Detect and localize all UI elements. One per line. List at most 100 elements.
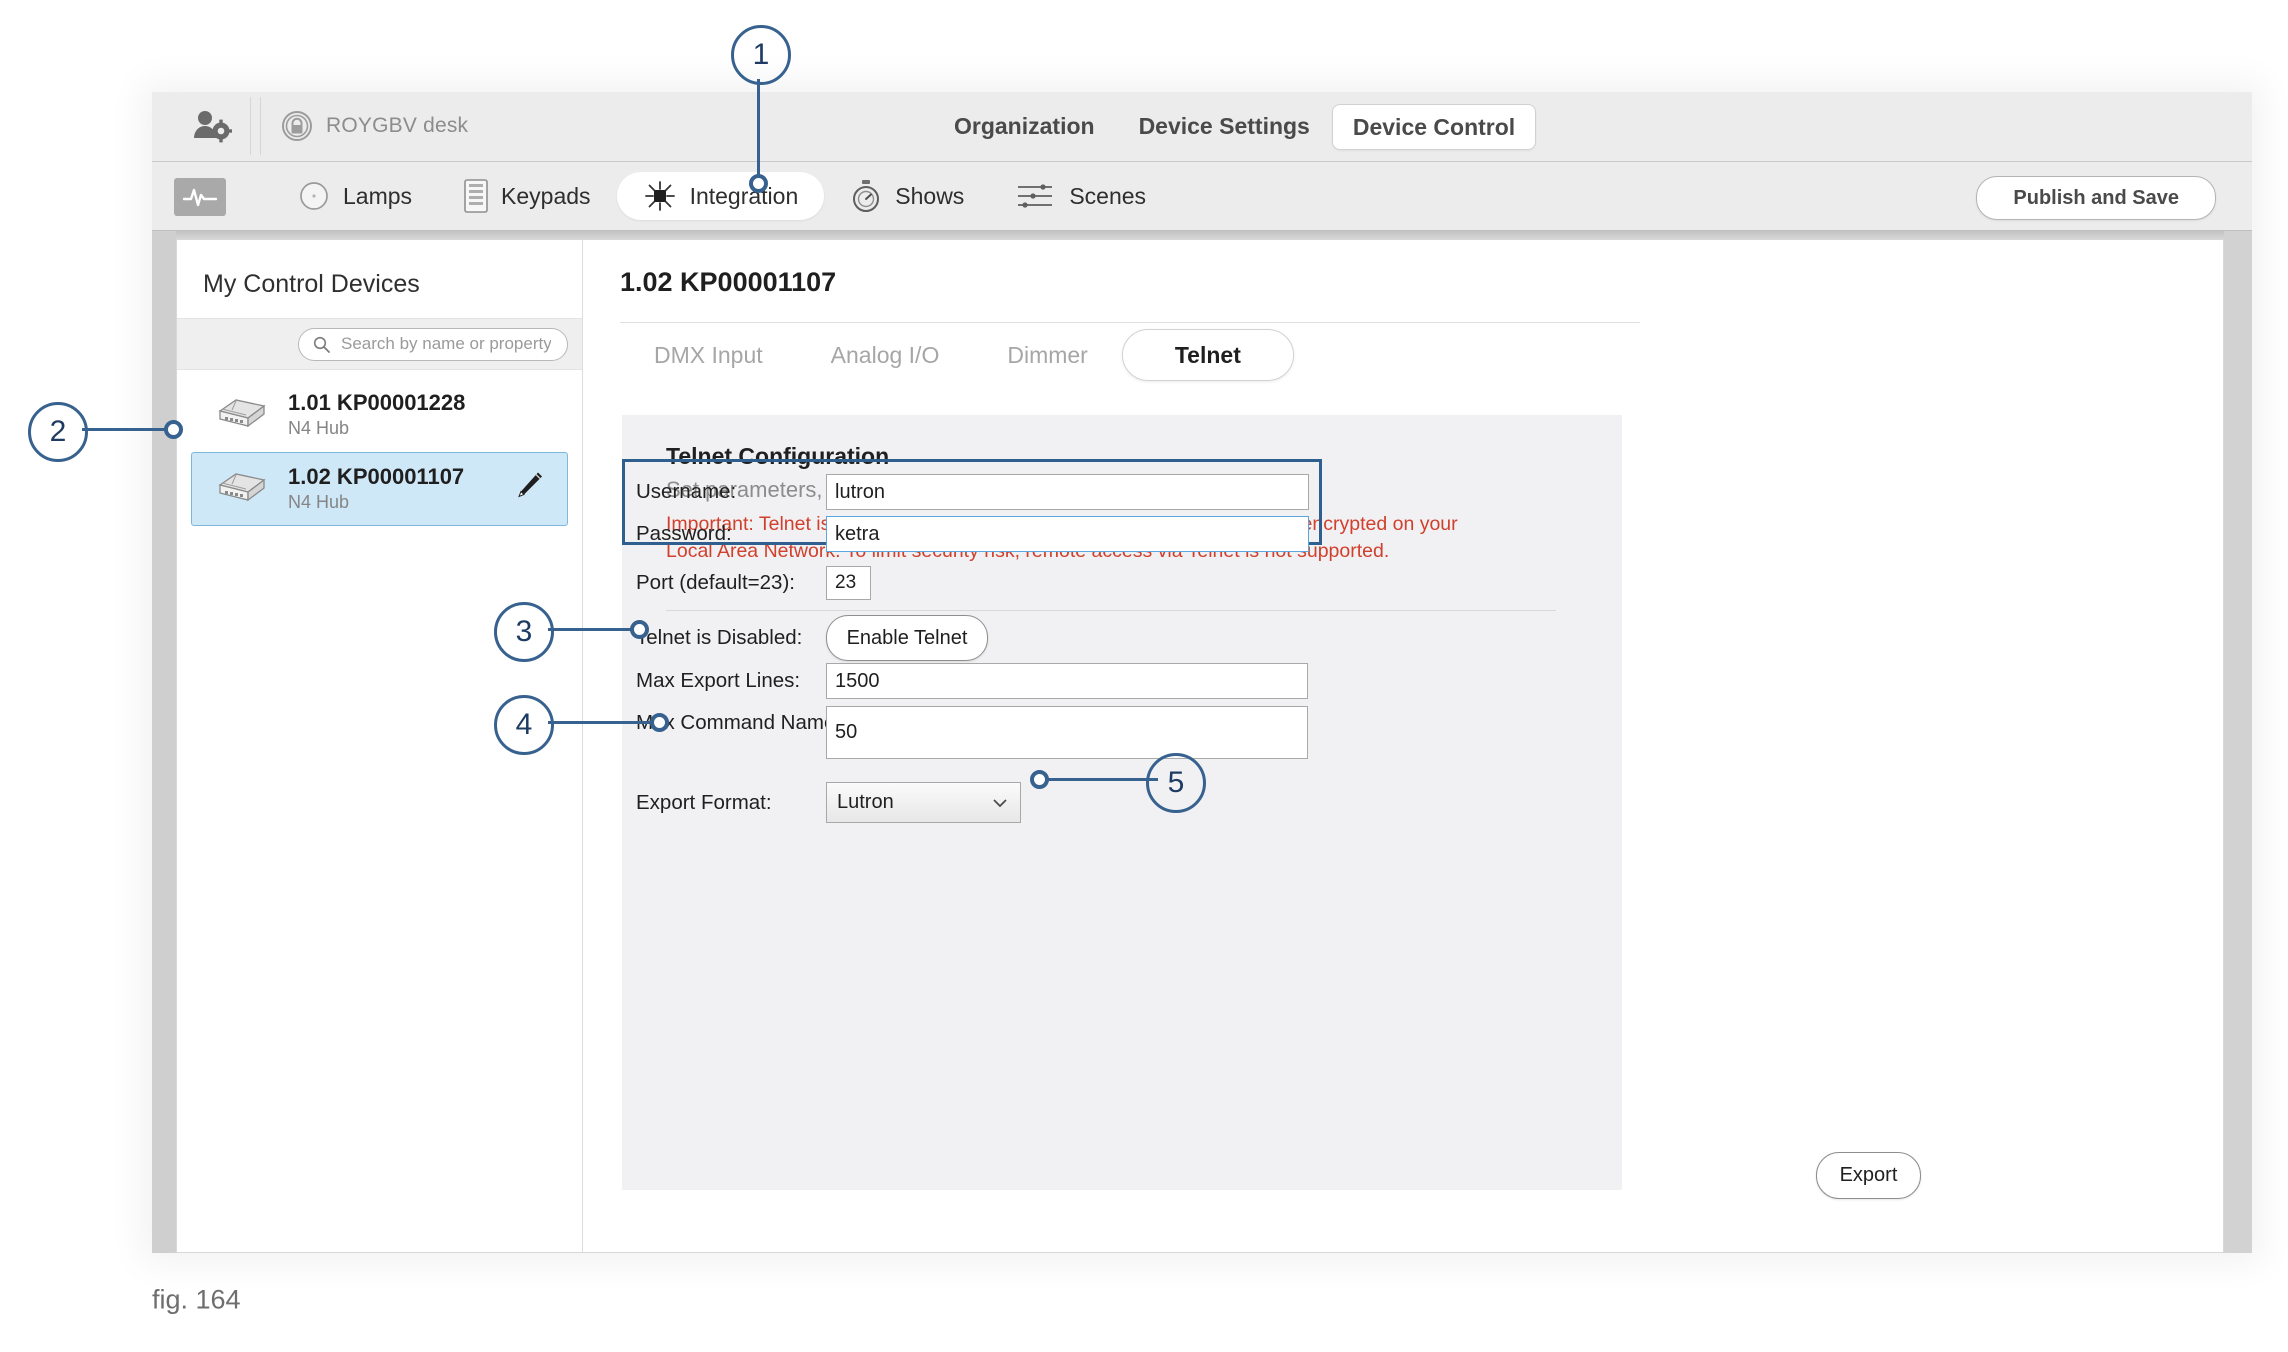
user-gear-icon bbox=[194, 111, 232, 143]
figure-caption: fig. 164 bbox=[152, 1284, 241, 1315]
callout-line-5 bbox=[1040, 778, 1158, 781]
port-label: Port (default=23): bbox=[636, 571, 795, 594]
export-format-select[interactable]: Lutron bbox=[826, 782, 1021, 823]
window-frame-top bbox=[152, 231, 2252, 240]
window-frame-right bbox=[2224, 231, 2252, 1253]
tool-tabs: Lamps Keypads Integration Shows Scenes bbox=[272, 162, 1172, 230]
tab-shows[interactable]: Shows bbox=[824, 172, 990, 220]
device-list-item-1[interactable]: 1.01 KP00001228 N4 Hub bbox=[191, 378, 568, 452]
callout-line-1 bbox=[757, 79, 760, 181]
tab-integration[interactable]: Integration bbox=[616, 172, 825, 220]
export-format-row: Export Format: Lutron bbox=[636, 782, 1021, 823]
max-command-name-length-input[interactable] bbox=[826, 706, 1308, 759]
sidebar-title: My Control Devices bbox=[203, 270, 420, 298]
password-label: Password: bbox=[636, 522, 732, 545]
port-row: Port (default=23): bbox=[636, 566, 871, 600]
nav-item-device-control[interactable]: Device Control bbox=[1331, 103, 1537, 150]
password-row: Password: bbox=[636, 516, 1309, 552]
config-divider bbox=[666, 610, 1556, 611]
edit-device-button[interactable] bbox=[511, 470, 545, 509]
search-bar-row bbox=[177, 318, 582, 370]
callout-marker-5: 5 bbox=[1146, 753, 1206, 813]
top-bar: ROYGBV desk Organization Device Settings… bbox=[152, 92, 2252, 162]
tab-telnet[interactable]: Telnet bbox=[1121, 329, 1294, 381]
window-frame-left bbox=[152, 231, 176, 1253]
max-export-lines-row: Max Export Lines: bbox=[636, 663, 1308, 699]
callout-line-3 bbox=[548, 628, 640, 631]
device-name: 1.01 KP00001228 bbox=[288, 390, 466, 415]
search-icon bbox=[313, 336, 330, 353]
nav-item-organization[interactable]: Organization bbox=[932, 92, 1117, 161]
chevron-down-icon bbox=[993, 798, 1007, 807]
callout-line-2 bbox=[82, 428, 174, 431]
user-settings-button[interactable] bbox=[174, 97, 251, 155]
application-window: ROYGBV desk Organization Device Settings… bbox=[152, 92, 2252, 1253]
project-lock-chip[interactable]: ROYGBV desk bbox=[260, 97, 468, 155]
stopwatch-icon bbox=[853, 180, 880, 212]
max-export-lines-label: Max Export Lines: bbox=[636, 669, 801, 692]
tab-scenes-label: Scenes bbox=[1069, 182, 1147, 209]
max-export-lines-input[interactable] bbox=[826, 663, 1308, 699]
export-button[interactable]: Export bbox=[1816, 1152, 1921, 1199]
device-type: N4 Hub bbox=[288, 492, 350, 512]
project-name: ROYGBV desk bbox=[326, 114, 469, 137]
search-field[interactable] bbox=[298, 327, 568, 361]
tab-lamps-label: Lamps bbox=[343, 182, 413, 209]
tool-bar: Lamps Keypads Integration Shows Scenes P… bbox=[152, 162, 2252, 231]
callout-line-4 bbox=[548, 721, 658, 724]
password-input[interactable] bbox=[826, 516, 1309, 552]
callout-dot-1 bbox=[749, 174, 768, 193]
callout-marker-4: 4 bbox=[494, 695, 554, 755]
device-list-item-2[interactable]: 1.02 KP00001107 N4 Hub bbox=[191, 452, 568, 526]
tab-keypads[interactable]: Keypads bbox=[438, 172, 617, 220]
tab-dimmer[interactable]: Dimmer bbox=[973, 331, 1122, 379]
username-row: Username: bbox=[636, 474, 1309, 510]
port-input[interactable] bbox=[826, 566, 871, 600]
sliders-icon bbox=[1018, 184, 1053, 208]
tab-shows-label: Shows bbox=[895, 182, 965, 209]
hub-device-icon bbox=[218, 473, 266, 502]
pulse-icon bbox=[183, 188, 217, 207]
tab-lamps[interactable]: Lamps bbox=[272, 172, 438, 220]
callout-marker-3: 3 bbox=[494, 602, 554, 662]
lock-circle-icon bbox=[282, 111, 312, 141]
max-command-name-length-row: Max Command Name Length: bbox=[636, 706, 1308, 759]
callout-marker-2: 2 bbox=[28, 402, 88, 462]
enable-telnet-button[interactable]: Enable Telnet bbox=[826, 615, 988, 661]
device-texts: 1.02 KP00001107 N4 Hub bbox=[288, 464, 464, 514]
tab-integration-label: Integration bbox=[689, 182, 799, 209]
publish-and-save-button[interactable]: Publish and Save bbox=[1976, 176, 2216, 220]
tab-analog-io[interactable]: Analog I/O bbox=[797, 331, 974, 379]
export-format-value: Lutron bbox=[837, 791, 894, 813]
content-tab-strip: DMX Input Analog I/O Dimmer Telnet bbox=[620, 322, 1640, 387]
search-input[interactable] bbox=[339, 333, 553, 355]
username-input[interactable] bbox=[826, 474, 1309, 510]
lamp-circle-icon bbox=[300, 182, 328, 210]
telnet-state-row: Telnet is Disabled: Enable Telnet bbox=[636, 615, 988, 661]
device-name: 1.02 KP00001107 bbox=[288, 464, 465, 489]
device-texts: 1.01 KP00001228 N4 Hub bbox=[288, 390, 465, 440]
username-label: Username: bbox=[636, 480, 737, 503]
export-format-label: Export Format: bbox=[636, 790, 772, 814]
callout-dot-3 bbox=[630, 620, 649, 639]
hub-device-icon bbox=[218, 399, 266, 428]
callout-dot-5 bbox=[1030, 770, 1049, 789]
nav-item-device-settings[interactable]: Device Settings bbox=[1117, 92, 1332, 161]
body-area: My Control Devices Search by name or pro… bbox=[176, 240, 2224, 1253]
pencil-icon bbox=[518, 472, 542, 498]
telnet-state-label: Telnet is Disabled: bbox=[636, 626, 803, 649]
keypad-icon bbox=[464, 179, 488, 213]
tab-scenes[interactable]: Scenes bbox=[990, 172, 1172, 220]
device-list: 1.01 KP00001228 N4 Hub 1.02 KP00001107 N… bbox=[177, 378, 582, 526]
page-title: 1.02 KP00001107 bbox=[620, 267, 837, 297]
callout-marker-1: 1 bbox=[731, 25, 791, 85]
device-type: N4 Hub bbox=[288, 418, 350, 438]
tab-dmx-input[interactable]: DMX Input bbox=[620, 331, 797, 379]
main-content: 1.02 KP00001107 DMX Input Analog I/O Dim… bbox=[584, 240, 2223, 1252]
tab-keypads-label: Keypads bbox=[501, 182, 591, 209]
integration-chip-icon bbox=[644, 181, 675, 211]
health-monitor-button[interactable] bbox=[174, 178, 226, 216]
callout-dot-2 bbox=[164, 420, 183, 439]
callout-dot-4 bbox=[650, 713, 669, 732]
top-nav: Organization Device Settings Device Cont… bbox=[932, 92, 1537, 161]
